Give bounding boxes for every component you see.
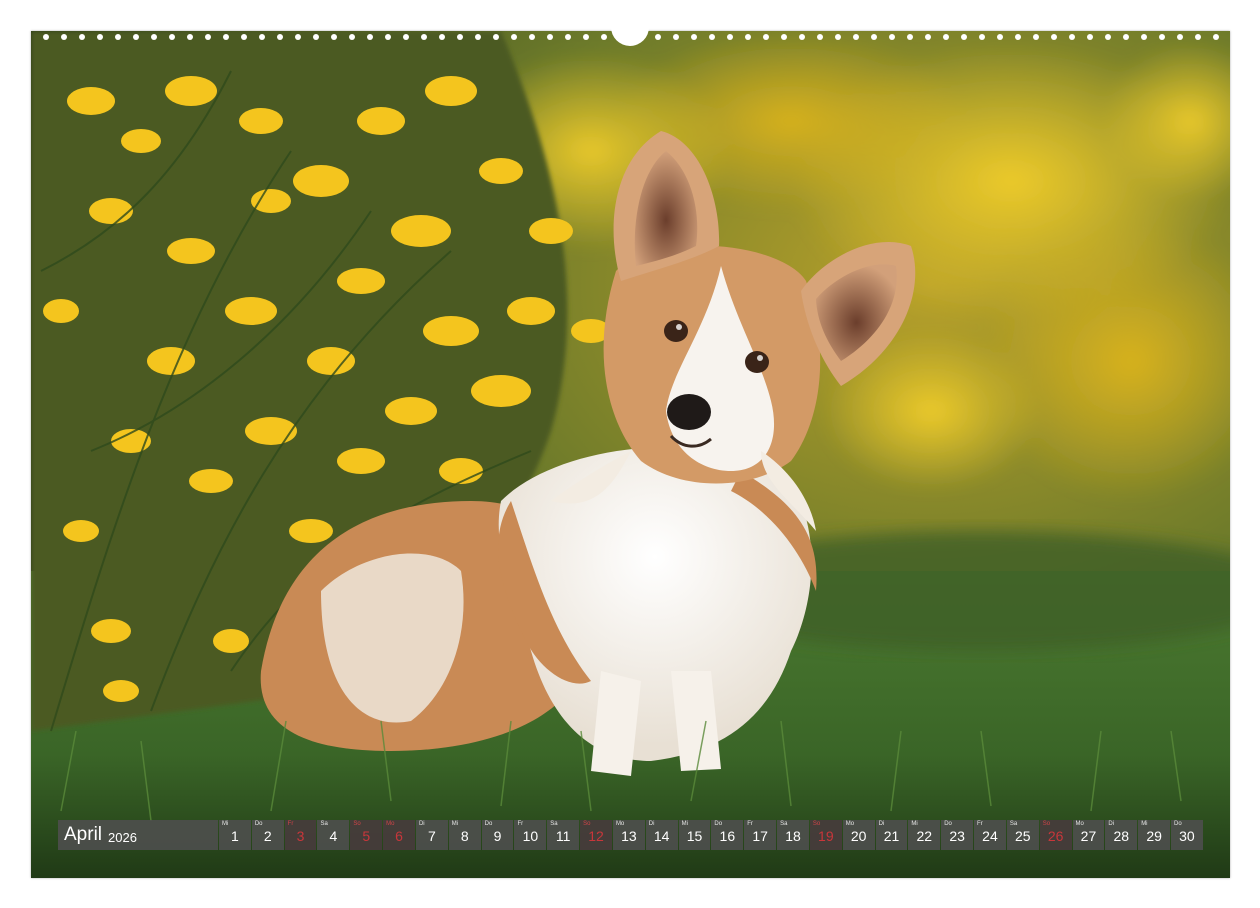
month-label: April 2026 bbox=[58, 820, 218, 850]
weekday-label: So bbox=[1043, 821, 1050, 827]
photo-illustration bbox=[31, 31, 1230, 878]
weekday-label: Di bbox=[1108, 821, 1114, 827]
day-number: 12 bbox=[580, 828, 612, 844]
day-number: 10 bbox=[514, 828, 546, 844]
weekday-label: Mo bbox=[386, 821, 394, 827]
day-number: 15 bbox=[679, 828, 711, 844]
day-cell: Do23 bbox=[941, 820, 973, 850]
day-cell: So19 bbox=[810, 820, 842, 850]
day-cell: Fr17 bbox=[744, 820, 776, 850]
weekday-label: Fr bbox=[977, 821, 983, 827]
day-cell: So12 bbox=[580, 820, 612, 850]
day-cell: Di14 bbox=[646, 820, 678, 850]
day-cell: Di7 bbox=[416, 820, 448, 850]
weekday-label: Mi bbox=[1141, 821, 1147, 827]
day-number: 18 bbox=[777, 828, 809, 844]
weekday-label: Mi bbox=[452, 821, 458, 827]
day-number: 20 bbox=[843, 828, 875, 844]
day-cell: Mi1 bbox=[219, 820, 251, 850]
weekday-label: Do bbox=[944, 821, 952, 827]
day-number: 9 bbox=[482, 828, 514, 844]
weekday-label: Di bbox=[879, 821, 885, 827]
weekday-label: So bbox=[813, 821, 820, 827]
weekday-label: Do bbox=[714, 821, 722, 827]
day-number: 24 bbox=[974, 828, 1006, 844]
weekday-label: Fr bbox=[747, 821, 753, 827]
day-number: 28 bbox=[1105, 828, 1137, 844]
day-cell: Mi15 bbox=[679, 820, 711, 850]
day-cell: Mi22 bbox=[908, 820, 940, 850]
day-number: 4 bbox=[317, 828, 349, 844]
day-cell: Sa4 bbox=[317, 820, 349, 850]
weekday-label: Fr bbox=[288, 821, 294, 827]
day-cell: So26 bbox=[1040, 820, 1072, 850]
day-cell: Sa11 bbox=[547, 820, 579, 850]
day-cell: Fr3 bbox=[285, 820, 317, 850]
day-number: 30 bbox=[1171, 828, 1203, 844]
calendar-page: April 2026 Mi1Do2Fr3Sa4So5Mo6Di7Mi8Do9Fr… bbox=[0, 0, 1260, 908]
weekday-label: Mi bbox=[911, 821, 917, 827]
day-cell: Fr10 bbox=[514, 820, 546, 850]
weekday-label: So bbox=[583, 821, 590, 827]
month-name: April bbox=[64, 824, 102, 846]
day-number: 1 bbox=[219, 828, 251, 844]
day-number: 14 bbox=[646, 828, 678, 844]
weekday-label: Sa bbox=[320, 821, 327, 827]
weekday-label: Sa bbox=[1010, 821, 1017, 827]
weekday-label: Mo bbox=[1076, 821, 1084, 827]
weekday-label: Do bbox=[255, 821, 263, 827]
weekday-label: Di bbox=[419, 821, 425, 827]
day-cell: Mo6 bbox=[383, 820, 415, 850]
weekday-label: Do bbox=[485, 821, 493, 827]
day-number: 25 bbox=[1007, 828, 1039, 844]
day-cell: Di28 bbox=[1105, 820, 1137, 850]
weekday-label: Sa bbox=[550, 821, 557, 827]
day-cell: So5 bbox=[350, 820, 382, 850]
weekday-label: Do bbox=[1174, 821, 1182, 827]
day-number: 23 bbox=[941, 828, 973, 844]
day-cell: Mo27 bbox=[1073, 820, 1105, 850]
day-number: 13 bbox=[613, 828, 645, 844]
corgi-photo bbox=[31, 31, 1230, 878]
day-cell: Do16 bbox=[711, 820, 743, 850]
weekday-label: Sa bbox=[780, 821, 787, 827]
weekday-label: Fr bbox=[517, 821, 523, 827]
day-cell: Mo20 bbox=[843, 820, 875, 850]
calendar-strip: April 2026 Mi1Do2Fr3Sa4So5Mo6Di7Mi8Do9Fr… bbox=[58, 820, 1203, 850]
weekday-label: Mi bbox=[222, 821, 228, 827]
day-number: 17 bbox=[744, 828, 776, 844]
day-cell: Do30 bbox=[1171, 820, 1203, 850]
day-number: 5 bbox=[350, 828, 382, 844]
day-number: 19 bbox=[810, 828, 842, 844]
day-cell: Fr24 bbox=[974, 820, 1006, 850]
weekday-label: Di bbox=[649, 821, 655, 827]
day-cell: Sa25 bbox=[1007, 820, 1039, 850]
day-cell: Mi29 bbox=[1138, 820, 1170, 850]
weekday-label: Mo bbox=[846, 821, 854, 827]
day-number: 27 bbox=[1073, 828, 1105, 844]
day-cell: Do9 bbox=[482, 820, 514, 850]
day-number: 16 bbox=[711, 828, 743, 844]
day-number: 8 bbox=[449, 828, 481, 844]
day-cell: Sa18 bbox=[777, 820, 809, 850]
weekday-label: Mo bbox=[616, 821, 624, 827]
day-cell: Do2 bbox=[252, 820, 284, 850]
day-cell: Di21 bbox=[876, 820, 908, 850]
day-number: 11 bbox=[547, 828, 579, 844]
day-number: 7 bbox=[416, 828, 448, 844]
weekday-label: So bbox=[353, 821, 360, 827]
day-number: 21 bbox=[876, 828, 908, 844]
day-number: 2 bbox=[252, 828, 284, 844]
day-cell: Mo13 bbox=[613, 820, 645, 850]
day-number: 22 bbox=[908, 828, 940, 844]
weekday-label: Mi bbox=[682, 821, 688, 827]
day-cell: Mi8 bbox=[449, 820, 481, 850]
day-number: 6 bbox=[383, 828, 415, 844]
month-year: 2026 bbox=[108, 826, 137, 845]
day-number: 26 bbox=[1040, 828, 1072, 844]
day-number: 29 bbox=[1138, 828, 1170, 844]
day-number: 3 bbox=[285, 828, 317, 844]
